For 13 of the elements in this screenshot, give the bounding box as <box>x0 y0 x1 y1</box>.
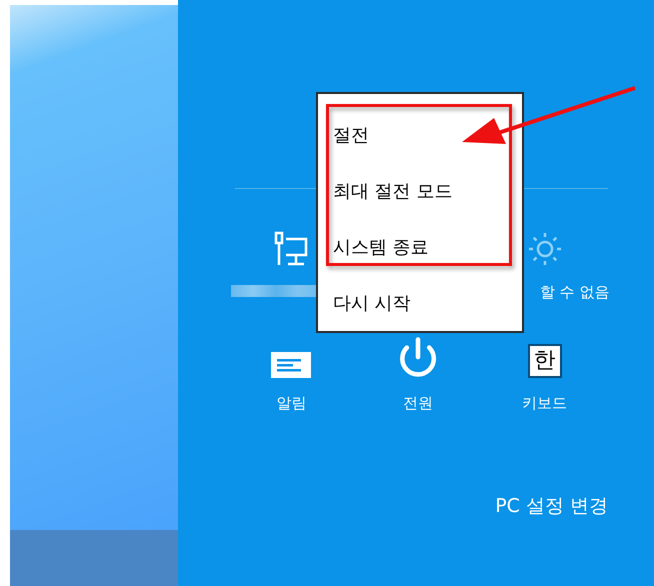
network-icon <box>274 231 308 267</box>
message-icon <box>271 352 312 378</box>
tile-label[interactable]: 키보드 <box>522 392 568 414</box>
tile-label[interactable]: 할 수 없음 <box>540 281 610 304</box>
menu-item[interactable]: 절전 <box>318 108 522 164</box>
tile-label[interactable]: 전원 <box>402 392 433 414</box>
keyboard-icon: 한 <box>528 344 562 378</box>
menu-item[interactable]: 최대 절전 모드 <box>318 164 522 220</box>
sun-icon <box>526 231 563 267</box>
change-settings-link[interactable]: PC 설정 변경 <box>495 492 608 520</box>
tile-label[interactable]: 알림 <box>276 392 306 414</box>
menu-item[interactable]: 다시 시작 <box>318 275 522 331</box>
menu-item[interactable]: 시스템 종료 <box>318 220 522 276</box>
